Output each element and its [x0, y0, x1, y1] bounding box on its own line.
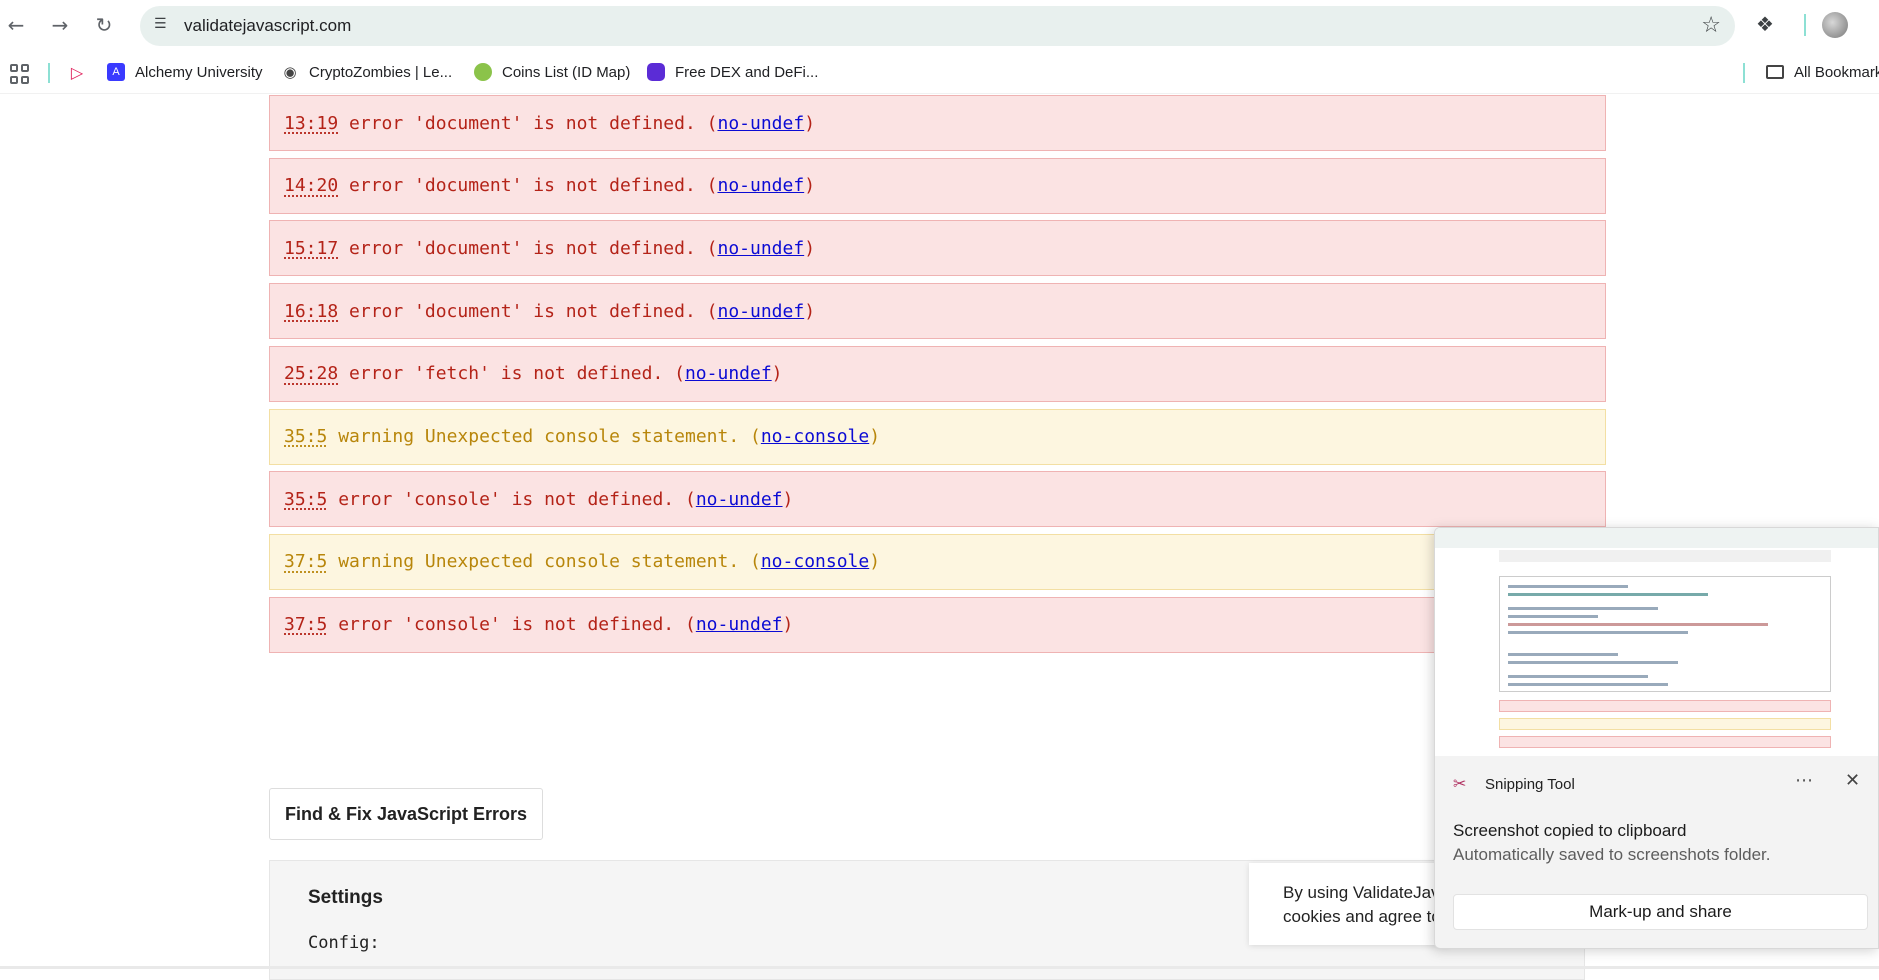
reload-icon[interactable]: ↻: [92, 13, 116, 37]
lint-error: 13:19 error 'document' is not defined. (…: [269, 95, 1606, 151]
forward-icon[interactable]: →: [48, 13, 72, 37]
rule-link[interactable]: no-undef: [685, 363, 772, 384]
extensions-icon[interactable]: ❖: [1756, 12, 1774, 36]
message-close-paren: ): [804, 112, 816, 134]
toolbar-divider: [1804, 14, 1806, 36]
cookie-text-line1: By using ValidateJava: [1283, 883, 1449, 902]
url-text[interactable]: validatejavascript.com: [184, 16, 351, 36]
bookmarks-divider: [1743, 63, 1745, 83]
bookmark-label: Coins List (ID Map): [502, 63, 631, 81]
lint-error: 25:28 error 'fetch' is not defined. (no-…: [269, 345, 1606, 402]
bookmark-coins-list[interactable]: Coins List (ID Map): [474, 62, 630, 82]
play-icon: ▷: [70, 62, 84, 82]
rule-link[interactable]: no-undef: [696, 614, 783, 635]
bookmarks-bar: ▷ A Alchemy University ◉ CryptoZombies |…: [0, 50, 1879, 94]
bookmarks-divider: [48, 63, 50, 83]
line-column[interactable]: 14:20: [284, 175, 338, 196]
scissors-icon: ✂: [1453, 774, 1467, 793]
bookmark-play-icon[interactable]: ▷: [68, 62, 96, 82]
message-close-paren: ): [771, 363, 783, 385]
message-text: warning Unexpected console statement. (: [327, 426, 761, 447]
message-close-paren: ): [804, 300, 816, 322]
message-close-paren: ): [804, 237, 816, 259]
dex-icon: [647, 63, 665, 81]
rule-link[interactable]: no-undef: [717, 113, 804, 134]
all-bookmarks[interactable]: All Bookmarks: [1766, 62, 1879, 82]
line-column[interactable]: 16:18: [284, 301, 338, 322]
lint-warning: 35:5 warning Unexpected console statemen…: [269, 408, 1606, 465]
bookmark-cryptozombies[interactable]: ◉ CryptoZombies | Le...: [281, 62, 452, 82]
line-column[interactable]: 13:19: [284, 113, 338, 134]
bookmark-star-icon[interactable]: ☆: [1701, 13, 1721, 38]
lint-error: 15:17 error 'document' is not defined. (…: [269, 220, 1606, 277]
lint-error: 35:5 error 'console' is not defined. (no…: [269, 471, 1606, 528]
all-bookmarks-label: All Bookmarks: [1794, 63, 1879, 81]
bookmark-label: Alchemy University: [135, 63, 263, 81]
lint-error: 16:18 error 'document' is not defined. (…: [269, 283, 1606, 340]
rule-link[interactable]: no-console: [761, 551, 869, 572]
message-close-paren: ): [804, 175, 816, 197]
message-text: error 'document' is not defined. (: [338, 300, 718, 322]
bookmark-label: CryptoZombies | Le...: [309, 63, 453, 81]
lint-warning: 37:5 warning Unexpected console statemen…: [269, 533, 1606, 590]
lint-error: 37:5 error 'console' is not defined. (no…: [269, 596, 1606, 653]
notification-subtitle: Automatically saved to screenshots folde…: [1453, 845, 1771, 864]
message-text: warning Unexpected console statement. (: [327, 551, 761, 573]
snipping-tool-header: ✂ Snipping Tool: [1453, 774, 1575, 794]
line-column[interactable]: 35:5: [284, 426, 327, 447]
message-text: error 'document' is not defined. (: [338, 237, 718, 259]
settings-title: Settings: [308, 887, 383, 908]
rule-link[interactable]: no-undef: [696, 489, 783, 510]
rule-link[interactable]: no-undef: [717, 301, 804, 322]
line-column[interactable]: 15:17: [284, 238, 338, 259]
back-icon[interactable]: ←: [4, 13, 28, 37]
snipping-tool-name: Snipping Tool: [1485, 775, 1575, 793]
more-options-icon[interactable]: ⋯: [1795, 770, 1813, 791]
coingecko-icon: [474, 63, 492, 81]
close-icon[interactable]: ✕: [1845, 770, 1860, 791]
globe-icon: ◉: [283, 63, 297, 81]
browser-toolbar: ← → ↻ ☰ validatejavascript.com ☆ ❖: [0, 0, 1879, 50]
screenshot-thumbnail[interactable]: [1435, 528, 1878, 756]
markup-share-button[interactable]: Mark-up and share: [1453, 894, 1868, 930]
bookmark-label: Free DEX and DeFi...: [675, 63, 819, 81]
address-bar[interactable]: ☰ validatejavascript.com ☆: [140, 6, 1735, 46]
folder-icon: [1766, 65, 1784, 79]
snipping-tool-notification[interactable]: ✂ Snipping Tool ⋯ ✕ Screenshot copied to…: [1434, 527, 1879, 949]
notification-title: Screenshot copied to clipboard: [1453, 821, 1687, 840]
site-info-icon[interactable]: ☰: [154, 16, 174, 36]
alchemy-icon: A: [107, 63, 125, 81]
config-label: Config:: [308, 933, 380, 953]
cookie-banner: By using ValidateJava cookies and agree …: [1249, 863, 1449, 945]
bookmark-alchemy[interactable]: A Alchemy University: [107, 62, 263, 82]
message-text: error 'console' is not defined. (: [327, 614, 696, 636]
bookmark-dex[interactable]: Free DEX and DeFi...: [647, 62, 818, 82]
find-fix-button[interactable]: Find & Fix JavaScript Errors: [269, 788, 543, 840]
message-text: error 'fetch' is not defined. (: [338, 363, 685, 385]
message-text: error 'document' is not defined. (: [338, 112, 718, 134]
lint-error: 14:20 error 'document' is not defined. (…: [269, 157, 1606, 214]
cookie-text-line2: cookies and agree to: [1283, 907, 1441, 926]
message-close-paren: ): [782, 614, 794, 636]
line-column[interactable]: 37:5: [284, 614, 327, 635]
line-column[interactable]: 25:28: [284, 363, 338, 384]
rule-link[interactable]: no-undef: [717, 175, 804, 196]
rule-link[interactable]: no-undef: [717, 238, 804, 259]
message-text: error 'document' is not defined. (: [338, 175, 718, 197]
message-close-paren: ): [869, 551, 881, 573]
line-column[interactable]: 37:5: [284, 551, 327, 572]
message-close-paren: ): [869, 426, 881, 447]
line-column[interactable]: 35:5: [284, 489, 327, 510]
apps-grid-icon[interactable]: [10, 64, 30, 84]
profile-avatar[interactable]: [1822, 12, 1848, 38]
message-close-paren: ): [782, 488, 794, 510]
rule-link[interactable]: no-console: [761, 426, 869, 447]
message-text: error 'console' is not defined. (: [327, 488, 696, 510]
